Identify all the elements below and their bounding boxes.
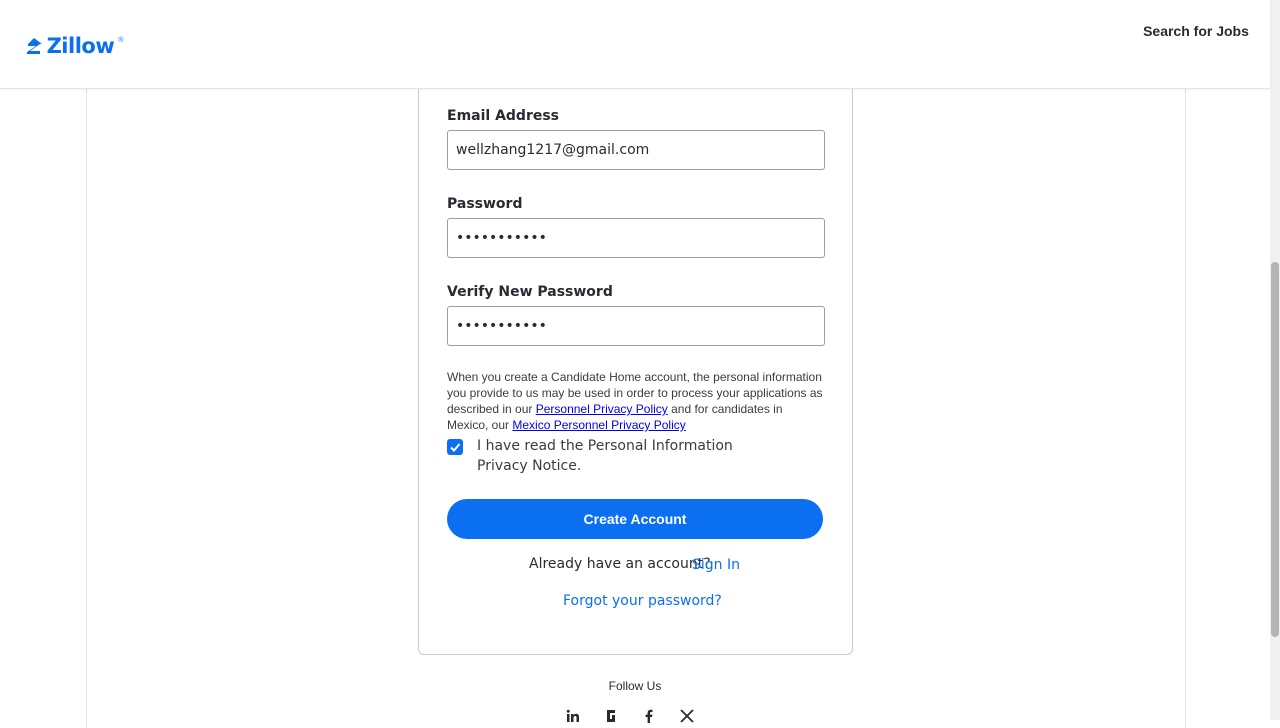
privacy-notice-checkbox[interactable]	[447, 439, 463, 455]
verify-password-label: Verify New Password	[447, 284, 613, 300]
checkmark-icon	[450, 443, 461, 452]
linkedin-icon[interactable]	[564, 707, 582, 725]
zillow-logo-icon	[26, 38, 42, 54]
email-field[interactable]	[447, 130, 825, 170]
password-label: Password	[447, 196, 523, 212]
search-for-jobs-link[interactable]: Search for Jobs	[1142, 19, 1250, 43]
follow-us-label: Follow Us	[608, 679, 662, 693]
glassdoor-icon[interactable]	[602, 707, 620, 725]
site-header: Zillow ® Search for Jobs	[0, 0, 1270, 89]
zillow-logo[interactable]: Zillow ®	[24, 20, 124, 72]
x-icon[interactable]	[678, 707, 696, 725]
sign-in-link[interactable]: Sign In	[692, 557, 740, 573]
password-field[interactable]	[447, 218, 825, 258]
mexico-privacy-policy-link[interactable]: Mexico Personnel Privacy Policy	[512, 418, 685, 432]
privacy-notice-checkbox-label[interactable]: I have read the Personal Information Pri…	[477, 436, 787, 476]
facebook-icon[interactable]	[640, 707, 658, 725]
verify-password-field[interactable]	[447, 306, 825, 346]
logo-text: Zillow	[46, 34, 115, 58]
personnel-privacy-policy-link[interactable]: Personnel Privacy Policy	[536, 402, 668, 416]
scrollbar-thumb[interactable]	[1271, 262, 1279, 637]
privacy-notice: When you create a Candidate Home account…	[447, 369, 825, 433]
forgot-password-link[interactable]: Forgot your password?	[563, 593, 722, 609]
email-label: Email Address	[447, 108, 560, 124]
create-account-button[interactable]: Create Account	[447, 499, 823, 539]
already-have-account-text: Already have an account?	[529, 556, 711, 572]
logo-registered-mark: ®	[118, 36, 124, 44]
